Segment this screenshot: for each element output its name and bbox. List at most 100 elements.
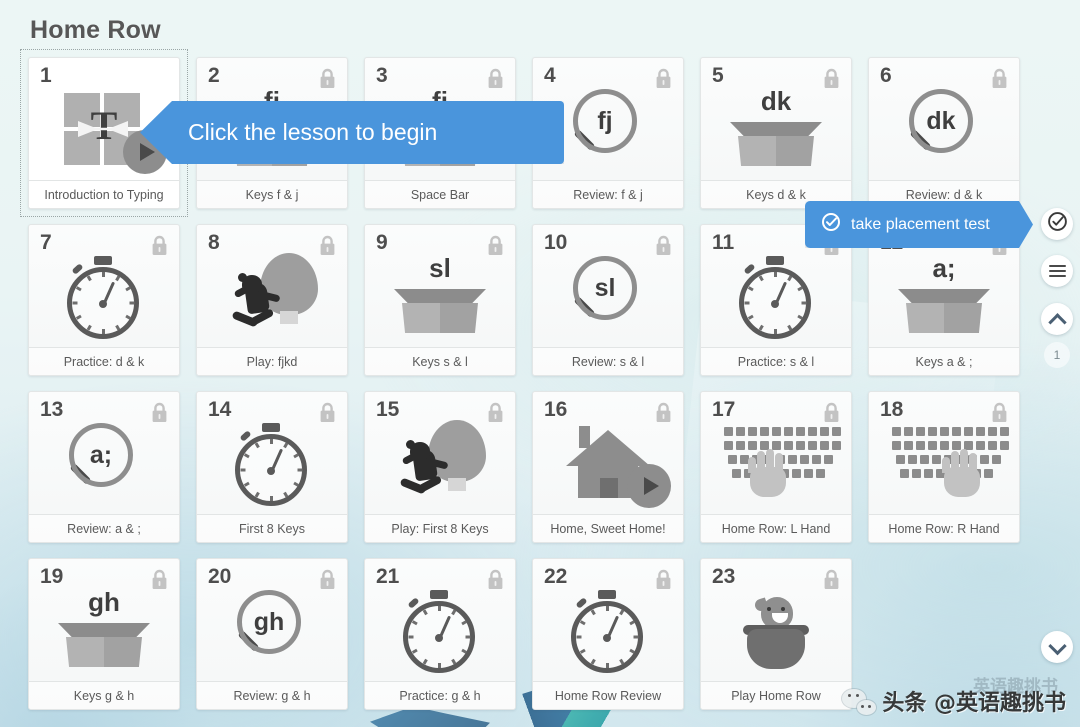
tooltip-placement-label: take placement test bbox=[851, 215, 990, 233]
lesson-artwork: a; bbox=[29, 416, 179, 512]
watermark: 头条 @英语趣挑书 bbox=[842, 685, 1066, 717]
lesson-artwork bbox=[701, 583, 851, 679]
lesson-card-body: 20 gh bbox=[197, 559, 347, 681]
lesson-artwork: a; bbox=[869, 249, 1019, 345]
lesson-card-8[interactable]: 8 Play: fjkd bbox=[196, 224, 348, 376]
lesson-label: Practice: g & h bbox=[365, 681, 515, 709]
scroll-down-button[interactable] bbox=[1041, 631, 1073, 663]
lesson-label: Keys g & h bbox=[29, 681, 179, 709]
lesson-label: Home Row Review bbox=[533, 681, 683, 709]
lesson-label: Home Row: L Hand bbox=[701, 514, 851, 542]
tooltip-click-lesson-to-begin: Click the lesson to begin bbox=[140, 101, 564, 164]
runner-balloon-icon bbox=[392, 420, 488, 508]
lesson-card-body: 10 sl bbox=[533, 225, 683, 347]
runner-balloon-icon bbox=[224, 253, 320, 341]
lesson-card-22[interactable]: 22 Home Row Review bbox=[532, 558, 684, 710]
lesson-artwork bbox=[197, 249, 347, 345]
lesson-card-body: 9 sl bbox=[365, 225, 515, 347]
lesson-card-16[interactable]: 16 Home, Sweet Home! bbox=[532, 391, 684, 543]
lesson-card-5[interactable]: 5 dk Keys d & k bbox=[700, 57, 852, 209]
lesson-card-21[interactable]: 21 Practice: g & h bbox=[364, 558, 516, 710]
lesson-artwork bbox=[701, 416, 851, 512]
lesson-card-9[interactable]: 9 sl Keys s & l bbox=[364, 224, 516, 376]
lesson-label: Practice: s & l bbox=[701, 347, 851, 375]
chevron-down-icon bbox=[1047, 636, 1067, 655]
lesson-artwork: dk bbox=[869, 82, 1019, 178]
box-icon: gh bbox=[58, 587, 150, 673]
lesson-card-body: 8 bbox=[197, 225, 347, 347]
lesson-label: Home, Sweet Home! bbox=[533, 514, 683, 542]
lesson-card-13[interactable]: 13 a; Review: a & ; bbox=[28, 391, 180, 543]
play-icon bbox=[643, 477, 659, 495]
lesson-card-body: 17 bbox=[701, 392, 851, 514]
lesson-card-body: 23 bbox=[701, 559, 851, 681]
lesson-label: Space Bar bbox=[365, 180, 515, 208]
magnifier-icon: fj bbox=[565, 87, 651, 173]
lesson-artwork: gh bbox=[197, 583, 347, 679]
lesson-label: Keys s & l bbox=[365, 347, 515, 375]
lesson-card-body: 14 bbox=[197, 392, 347, 514]
lesson-card-14[interactable]: 14 First 8 Keys bbox=[196, 391, 348, 543]
lesson-artwork bbox=[869, 416, 1019, 512]
lesson-label: First 8 Keys bbox=[197, 514, 347, 542]
lesson-label: Keys f & j bbox=[197, 180, 347, 208]
lesson-card-body: 7 bbox=[29, 225, 179, 347]
lesson-card-body: 13 a; bbox=[29, 392, 179, 514]
lesson-label: Home Row: R Hand bbox=[869, 514, 1019, 542]
lesson-card-body: 22 bbox=[533, 559, 683, 681]
lesson-artwork bbox=[29, 249, 179, 345]
lesson-artwork bbox=[533, 583, 683, 679]
lesson-card-body: 16 bbox=[533, 392, 683, 514]
scroll-up-button[interactable] bbox=[1041, 303, 1073, 335]
lesson-card-7[interactable]: 7 Practice: d & k bbox=[28, 224, 180, 376]
watermark-text: 头条 @英语趣挑书 bbox=[882, 691, 1066, 716]
hamburger-menu-icon bbox=[1048, 262, 1066, 279]
play-button[interactable] bbox=[627, 464, 671, 508]
stopwatch-icon bbox=[568, 588, 648, 674]
lesson-card-18[interactable]: 18 Home Row: R Hand bbox=[868, 391, 1020, 543]
play-icon bbox=[139, 143, 155, 161]
lesson-label: Play: First 8 Keys bbox=[365, 514, 515, 542]
lesson-card-body: 6 dk bbox=[869, 58, 1019, 180]
lesson-artwork bbox=[365, 416, 515, 512]
page-indicator[interactable]: 1 bbox=[1044, 342, 1070, 368]
check-circle-icon bbox=[1047, 211, 1068, 237]
lesson-label: Review: f & j bbox=[533, 180, 683, 208]
magnifier-icon: sl bbox=[565, 254, 651, 340]
box-icon: a; bbox=[898, 253, 990, 339]
magnifier-icon: dk bbox=[901, 87, 987, 173]
lesson-card-body: 15 bbox=[365, 392, 515, 514]
tooltip-begin-label: Click the lesson to begin bbox=[188, 119, 438, 145]
lesson-card-body: 18 bbox=[869, 392, 1019, 514]
lesson-card-23[interactable]: 23 Play Home Row bbox=[700, 558, 852, 710]
lesson-card-15[interactable]: 15 Play: First 8 Keys bbox=[364, 391, 516, 543]
lesson-artwork bbox=[365, 583, 515, 679]
placement-test-button[interactable] bbox=[1041, 208, 1073, 240]
stopwatch-icon bbox=[400, 588, 480, 674]
box-icon: sl bbox=[394, 253, 486, 339]
lesson-artwork: sl bbox=[533, 249, 683, 345]
lesson-card-20[interactable]: 20 gh Review: g & h bbox=[196, 558, 348, 710]
lesson-label: Review: s & l bbox=[533, 347, 683, 375]
lesson-artwork: sl bbox=[365, 249, 515, 345]
lesson-artwork: dk bbox=[701, 82, 851, 178]
lesson-card-6[interactable]: 6 dk Review: d & k bbox=[868, 57, 1020, 209]
keyboard-hand-r-icon bbox=[892, 427, 1009, 501]
lesson-label: Practice: d & k bbox=[29, 347, 179, 375]
keyboard-hand-l-icon bbox=[724, 427, 841, 501]
lesson-label: Play: fjkd bbox=[197, 347, 347, 375]
lesson-card-19[interactable]: 19 gh Keys g & h bbox=[28, 558, 180, 710]
lesson-label: Keys a & ; bbox=[869, 347, 1019, 375]
lesson-card-10[interactable]: 10 sl Review: s & l bbox=[532, 224, 684, 376]
tooltip-take-placement-test[interactable]: take placement test bbox=[805, 201, 1033, 248]
page-title: Home Row bbox=[30, 16, 161, 44]
hamburger-menu-button[interactable] bbox=[1041, 255, 1073, 287]
stopwatch-icon bbox=[232, 421, 312, 507]
lesson-label: Review: g & h bbox=[197, 681, 347, 709]
lesson-card-17[interactable]: 17 Home Row: L Hand bbox=[700, 391, 852, 543]
lesson-card-body: 5 dk bbox=[701, 58, 851, 180]
play-character-icon bbox=[733, 589, 819, 673]
lesson-label: Introduction to Typing bbox=[29, 180, 179, 208]
magnifier-icon: a; bbox=[61, 421, 147, 507]
lesson-card-body: 21 bbox=[365, 559, 515, 681]
